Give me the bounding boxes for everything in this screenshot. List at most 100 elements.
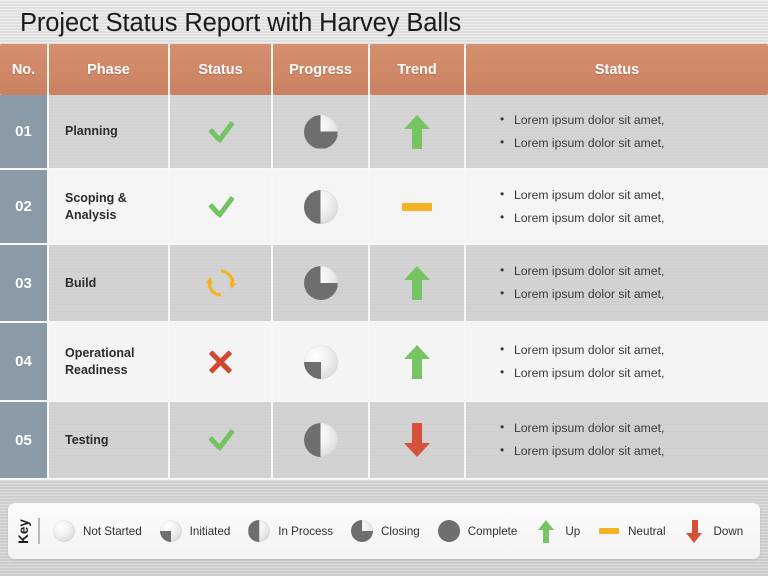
legend-key-text: Key [15, 518, 31, 544]
trend-cell[interactable] [370, 402, 466, 480]
harvey-ball-fill [304, 345, 338, 379]
harvey-ball-fill [160, 520, 182, 542]
table-row[interactable]: 02Scoping &Analysis Lorem ipsum dolor sit… [0, 170, 768, 245]
status-icon-cell[interactable] [170, 245, 273, 323]
harvey-ball-0-icon [53, 520, 75, 542]
harvey-ball-fill [303, 423, 321, 457]
arrow-shaft [412, 127, 422, 149]
legend-item[interactable]: Not Started [52, 520, 142, 542]
arrow-shaft [412, 357, 422, 379]
status-bullet-item: Lorem ipsum dolor sit amet, [500, 361, 664, 385]
phase-cell: Planning [49, 95, 170, 170]
row-number-cell: 04 [0, 323, 49, 402]
status-bullet-item: Lorem ipsum dolor sit amet, [500, 439, 664, 463]
legend-key-bar: Key Not Started Initiated In Process Closin… [8, 503, 760, 559]
arrow-shaft [412, 279, 422, 300]
trend-cell[interactable] [370, 323, 466, 402]
status-detail-cell: Lorem ipsum dolor sit amet,Lorem ipsum d… [466, 170, 768, 245]
legend-item[interactable]: Closing [350, 520, 420, 542]
status-bullet-item: Lorem ipsum dolor sit amet, [500, 183, 664, 207]
harvey-ball-50-icon [303, 423, 338, 457]
arrow-head [404, 344, 430, 359]
status-icon-cell[interactable] [170, 323, 273, 402]
trend-cell[interactable] [370, 95, 466, 170]
column-header-progress[interactable]: Progress [273, 44, 370, 95]
status-icon-cell[interactable] [170, 402, 273, 480]
trend-cell[interactable] [370, 170, 466, 245]
row-number-cell: 01 [0, 95, 49, 170]
status-bullet-list: Lorem ipsum dolor sit amet,Lorem ipsum d… [500, 338, 664, 385]
table-row[interactable]: 04OperationalReadiness Lorem ipsum dolor … [0, 323, 768, 402]
legend-icon-slot [247, 520, 271, 542]
table-row[interactable]: 01Planning Lorem ipsum dolor sit amet,Lor… [0, 95, 768, 170]
status-detail-cell: Lorem ipsum dolor sit amet,Lorem ipsum d… [466, 95, 768, 170]
legend-item[interactable]: Initiated [159, 520, 231, 542]
page-title: Project Status Report with Harvey Balls [20, 9, 462, 37]
arrow-head [404, 114, 430, 129]
status-table: No. Phase Status Progress Trend Status 0… [0, 44, 768, 480]
legend-item-label: Closing [381, 524, 420, 538]
harvey-ball-fill [303, 266, 338, 300]
arrow-head [537, 519, 554, 530]
arrow-head [404, 266, 430, 280]
status-detail-cell: Lorem ipsum dolor sit amet,Lorem ipsum d… [466, 245, 768, 323]
legend-items: Not Started Initiated In Process Closing Com… [52, 519, 760, 543]
status-icon-cell[interactable] [170, 95, 273, 170]
table-row[interactable]: 05Testing Lorem ipsum dolor sit amet,Lore… [0, 402, 768, 480]
arrow-up-icon [404, 114, 430, 149]
harvey-ball-100-icon [437, 520, 460, 542]
legend-icon-slot [350, 520, 374, 542]
status-detail-cell: Lorem ipsum dolor sit amet,Lorem ipsum d… [466, 323, 768, 402]
harvey-ball-50-icon [303, 189, 338, 224]
legend-item-label: Down [713, 524, 744, 538]
harvey-ball-25-icon [159, 520, 182, 542]
legend-item[interactable]: Complete [437, 520, 517, 542]
arrow-shaft [412, 423, 422, 444]
refresh-icon [205, 269, 236, 297]
arrow-head [404, 443, 430, 457]
column-header-status[interactable]: Status [170, 44, 273, 95]
column-header-no[interactable]: No. [0, 44, 49, 95]
legend-item[interactable]: Neutral [597, 525, 666, 538]
status-bullet-item: Lorem ipsum dolor sit amet, [500, 206, 664, 230]
phase-cell: Operational Readiness [49, 323, 170, 402]
status-icon-cell[interactable] [170, 170, 273, 245]
progress-cell[interactable] [273, 245, 370, 323]
harvey-ball-fill [303, 189, 321, 224]
legend-item[interactable]: Down [683, 519, 744, 543]
neutral-bar-icon [599, 528, 620, 534]
legend-divider [38, 518, 40, 544]
column-header-status-detail[interactable]: Status [466, 44, 768, 95]
status-bullet-item: Lorem ipsum dolor sit amet, [500, 108, 664, 132]
row-number-cell: 02 [0, 170, 49, 245]
arrow-head [686, 532, 703, 543]
progress-cell[interactable] [273, 170, 370, 245]
arrow-down-icon [686, 519, 703, 543]
status-bullet-list: Lorem ipsum dolor sit amet,Lorem ipsum d… [500, 416, 664, 463]
trend-cell[interactable] [370, 245, 466, 323]
progress-cell[interactable] [273, 402, 370, 480]
legend-item-label: Not Started [83, 524, 142, 538]
column-header-phase[interactable]: Phase [49, 44, 170, 95]
progress-cell[interactable] [273, 323, 370, 402]
status-bullet-list: Lorem ipsum dolor sit amet,Lorem ipsum d… [500, 108, 664, 154]
legend-icon-slot [534, 519, 558, 543]
check-icon [206, 194, 236, 220]
legend-item[interactable]: In Process [247, 520, 333, 542]
legend-icon-slot [437, 520, 461, 542]
phase-cell: Testing [49, 402, 170, 480]
phase-cell: Build [49, 245, 170, 323]
column-header-trend[interactable]: Trend [370, 44, 466, 95]
legend-key-label: Key [8, 519, 38, 544]
progress-cell[interactable] [273, 95, 370, 170]
status-bullet-item: Lorem ipsum dolor sit amet, [500, 282, 664, 306]
legend-item-label: Initiated [189, 524, 231, 538]
harvey-ball-fill [437, 520, 460, 542]
harvey-ball-fill [303, 114, 338, 149]
arrow-down-icon [404, 423, 430, 457]
legend-item[interactable]: Up [534, 519, 580, 543]
arrow-up-icon [537, 519, 555, 543]
status-bullet-item: Lorem ipsum dolor sit amet, [500, 338, 664, 362]
status-bullet-item: Lorem ipsum dolor sit amet, [500, 259, 664, 283]
table-row[interactable]: 03Build Lorem ipsum dolor sit amet,Lorem … [0, 245, 768, 323]
